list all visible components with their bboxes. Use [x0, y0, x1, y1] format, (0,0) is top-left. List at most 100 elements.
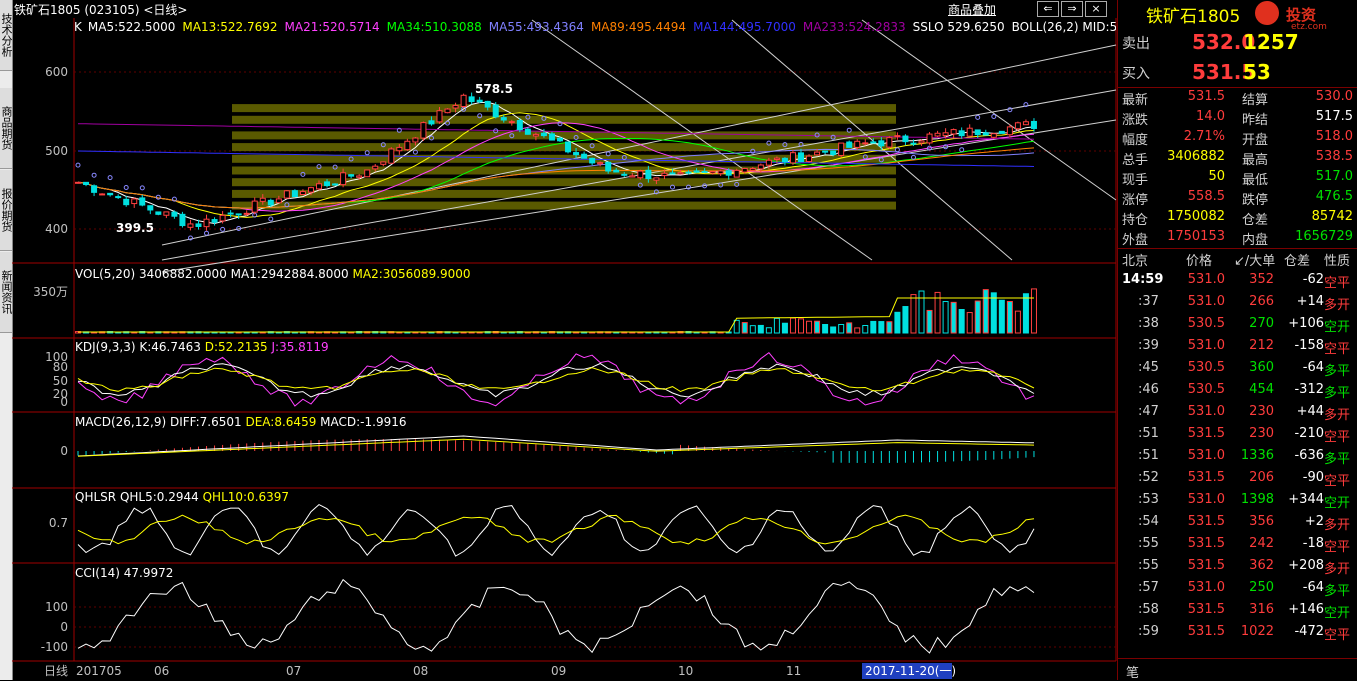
volume-bar — [806, 320, 813, 334]
candle-body — [380, 161, 387, 165]
tick-price: 531.5 — [1187, 536, 1225, 551]
tick-type: 空平 — [1324, 342, 1351, 357]
sar-dot — [991, 114, 997, 119]
ma-value: MA5:522.5000 — [87, 20, 176, 34]
candle-body — [388, 148, 395, 164]
candle-body — [340, 172, 347, 186]
volume-bar — [910, 294, 917, 334]
candle-body — [1006, 126, 1013, 136]
sell-row: 卖出 532.0 1257 — [1118, 30, 1357, 56]
volume-bar — [1030, 288, 1037, 334]
tick-oi-change: -64 — [1302, 580, 1324, 595]
kdj-axis-label: 50 — [53, 374, 68, 388]
next-arrow-icon[interactable]: ⇒ — [1061, 1, 1083, 17]
tick-oi-change: +208 — [1288, 558, 1324, 573]
quote-field-label: 总手 — [1122, 153, 1149, 168]
volume-bar — [757, 324, 764, 334]
tick-row: :39 531.0 212 -158 空平 — [1118, 338, 1357, 360]
macd-diff: DIFF:7.6501 — [169, 415, 242, 429]
volume-bar — [500, 331, 507, 334]
tick-type: 空开 — [1324, 606, 1351, 621]
tick-time: 14:59 — [1122, 272, 1164, 287]
candle-body — [83, 181, 90, 186]
overlay-commodity-button[interactable]: 商品叠加 — [948, 1, 996, 18]
tick-oi-change: -472 — [1294, 624, 1324, 639]
tick-type: 空开 — [1324, 320, 1351, 335]
tick-type: 多开 — [1324, 408, 1351, 423]
tick-time: :54 — [1138, 514, 1159, 529]
candle-body — [348, 174, 355, 177]
tick-volume: 206 — [1249, 470, 1274, 485]
candle-body — [781, 157, 788, 163]
candle-body — [950, 129, 957, 135]
candle-body — [838, 142, 845, 156]
candle-body — [275, 198, 282, 204]
time-axis-label: 06 — [154, 664, 169, 678]
candle-body — [444, 108, 451, 114]
tick-row: :38 530.5 270 +106 空开 — [1118, 316, 1357, 338]
tick-oi-change: +344 — [1288, 492, 1324, 507]
quote-field-label: 最高 — [1242, 153, 1269, 168]
vol-ma1: MA1:2942884.8000 — [230, 267, 349, 281]
prev-arrow-icon[interactable]: ⇐ — [1037, 1, 1059, 17]
quote-field-value: 517.5 — [1315, 109, 1353, 124]
sell-volume: 1257 — [1243, 30, 1299, 54]
candle-body — [147, 205, 154, 211]
tick-type: 空平 — [1324, 540, 1351, 555]
candle-body — [420, 122, 427, 139]
candle-body — [942, 132, 949, 137]
close-icon[interactable]: × — [1085, 1, 1107, 17]
sar-dot — [107, 175, 113, 181]
candle-body — [669, 172, 676, 175]
volume-bar — [1022, 293, 1029, 334]
candle-body — [830, 150, 837, 155]
candle-body — [492, 104, 499, 118]
tick-time: :37 — [1138, 294, 1159, 309]
tick-row: :54 531.5 356 +2 多开 — [1118, 514, 1357, 536]
candle-body — [259, 197, 266, 202]
candle-body — [235, 213, 242, 216]
volume-bar — [974, 300, 981, 334]
tick-row: :51 531.5 230 -210 空平 — [1118, 426, 1357, 448]
candle-body — [693, 170, 700, 173]
left-tab[interactable]: 新闻资讯 — [0, 252, 13, 333]
tick-time: :45 — [1138, 360, 1159, 375]
tick-volume: 266 — [1249, 294, 1274, 309]
ma-indicator-line: K MA5:522.5000 MA13:522.7692 MA21:520.5714 M… — [74, 20, 1116, 34]
tick-time: :39 — [1138, 338, 1159, 353]
left-tab[interactable]: 技术分析 — [0, 0, 13, 71]
kdj-axis-label: 80 — [53, 360, 68, 374]
tick-volume: 1336 — [1240, 448, 1274, 463]
candle-body — [870, 141, 877, 144]
kdj-title: KDJ(9,3,3) — [75, 340, 136, 354]
tick-row: :37 531.0 266 +14 多开 — [1118, 294, 1357, 316]
period-label: 日线 — [44, 664, 68, 678]
candle-body — [589, 157, 596, 164]
candle-body — [548, 133, 555, 141]
candle-body — [597, 162, 604, 165]
tick-price: 531.5 — [1187, 558, 1225, 573]
candle-body — [757, 164, 764, 170]
candle-body — [982, 132, 989, 136]
sar-dot — [1007, 107, 1013, 113]
candle-body — [886, 137, 893, 148]
volume-bar — [886, 321, 893, 334]
candle-body — [540, 132, 547, 137]
candle-body — [653, 177, 660, 181]
candle-body — [155, 211, 162, 215]
tick-time: :51 — [1138, 448, 1159, 463]
tick-price: 531.0 — [1187, 492, 1225, 507]
contract-name: 铁矿石1805 — [1146, 7, 1241, 27]
candle-body — [974, 129, 981, 136]
macd-dea-line — [77, 438, 1035, 457]
left-tab[interactable]: 报价期货 — [0, 170, 13, 251]
sar-dot — [364, 150, 370, 156]
volume-bar — [950, 301, 957, 334]
candle-body — [637, 170, 644, 179]
tick-type: 多平 — [1324, 386, 1351, 401]
tick-price: 530.5 — [1187, 382, 1225, 397]
quote-field-value: 476.5 — [1315, 189, 1353, 204]
tick-time: :53 — [1138, 492, 1159, 507]
tick-mode-label[interactable]: 笔 — [1126, 662, 1139, 681]
left-tab[interactable]: 商品期货 — [0, 88, 13, 169]
